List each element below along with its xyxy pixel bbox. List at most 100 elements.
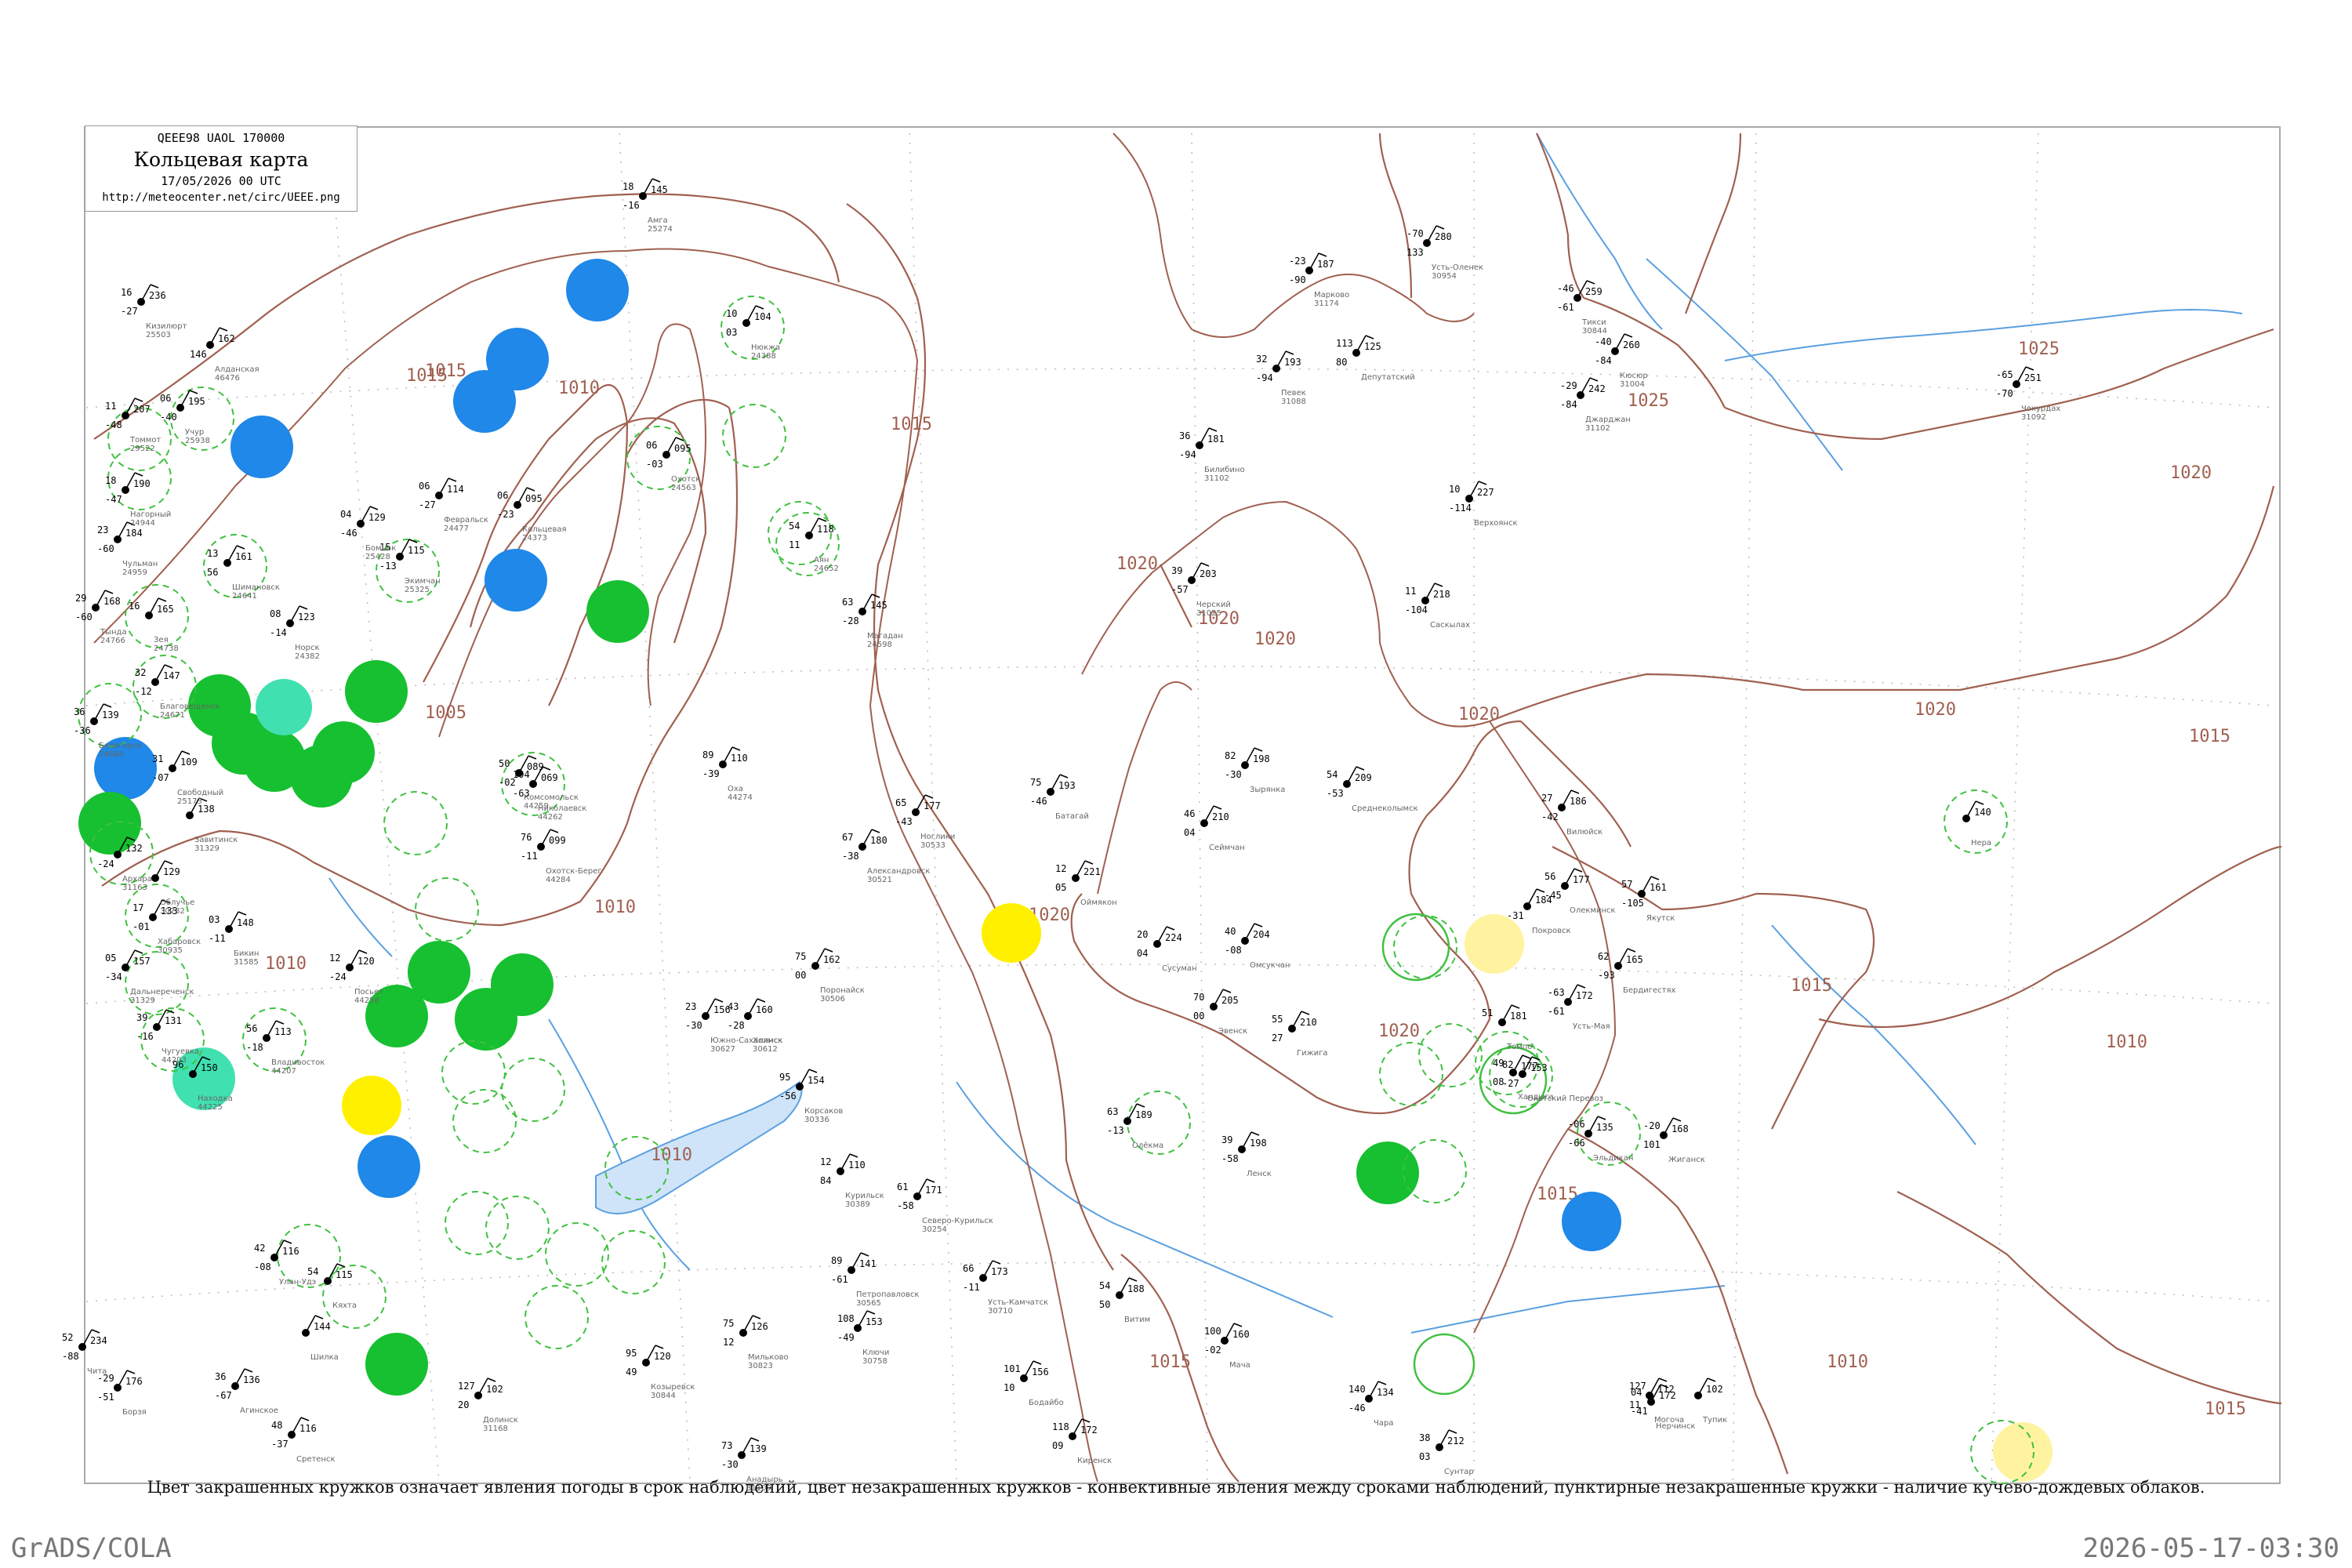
- station-pressure: 156: [1032, 1367, 1049, 1377]
- station-55: 280 -70 133: [1406, 225, 1452, 258]
- station-id: 30935: [158, 946, 183, 955]
- isobar-label: 1020: [1378, 1022, 1420, 1041]
- station-54: 203 39 -57: [1171, 562, 1217, 595]
- station-name: Певек: [1281, 389, 1306, 397]
- wind-barb-flag: [926, 1178, 935, 1183]
- station-pressure: 154: [808, 1075, 825, 1086]
- station-temperature: 67: [842, 832, 853, 843]
- wind-barb-flag: [1250, 1131, 1260, 1136]
- station-pressure: 069: [541, 772, 558, 783]
- wind-barb-flag: [652, 178, 661, 183]
- wind-barb-flag: [755, 305, 764, 310]
- station-temperature: -06: [1568, 1119, 1585, 1130]
- isobar-label: 1015: [891, 415, 932, 434]
- station-id: 31163: [122, 884, 147, 892]
- station-temperature: 55: [1272, 1014, 1283, 1025]
- station-57: 260 -40 -84: [1595, 333, 1640, 366]
- station-dewpoint: -08: [254, 1261, 271, 1272]
- station-pressure: 210: [1212, 811, 1229, 822]
- station-name: Свободный: [177, 789, 223, 797]
- station-dewpoint: -39: [702, 768, 720, 779]
- station-pressure: 165: [157, 604, 174, 615]
- station-pressure: 153: [866, 1316, 883, 1327]
- station-id: 24598: [867, 641, 892, 649]
- station-id: 25274: [648, 225, 673, 234]
- station-61: 227 10 -114: [1449, 481, 1494, 514]
- station-66: 210 46 04: [1184, 805, 1229, 838]
- station-45: 173 66 -11: [963, 1260, 1008, 1293]
- wind-barb-flag: [1084, 860, 1094, 865]
- fog-circle: [982, 903, 1041, 963]
- station-temperature: 100: [1204, 1326, 1221, 1337]
- station-dewpoint: -18: [246, 1042, 263, 1053]
- station-id: 30710: [988, 1307, 1013, 1316]
- station-id: 44259: [524, 802, 549, 811]
- map-title: Кольцевая карта: [133, 148, 309, 171]
- station-name: Южно-Сахалинск: [710, 1036, 782, 1045]
- source-url[interactable]: http://meteocenter.net/circ/UEEE.png: [85, 191, 357, 204]
- wind-barb-flag: [1377, 1381, 1387, 1385]
- station-49: 102 127 20: [458, 1377, 503, 1410]
- station-dewpoint: -27: [1502, 1078, 1519, 1089]
- station-pressure: 188: [1127, 1283, 1145, 1294]
- station-temperature: 27: [1541, 793, 1552, 804]
- station-dewpoint: -84: [1595, 355, 1612, 366]
- station-id: 24959: [122, 568, 147, 577]
- wind-barb-flag: [314, 1315, 324, 1319]
- wind-barb-flag: [1589, 377, 1599, 382]
- station-dewpoint: 133: [1406, 247, 1424, 258]
- wind-barb-flag: [126, 1370, 136, 1374]
- wind-barb-flag: [528, 755, 537, 760]
- station-pressure: 114: [447, 484, 464, 495]
- station-id: 31102: [1204, 474, 1229, 483]
- station-name: Бодайбо: [1029, 1399, 1064, 1407]
- station-dewpoint: -53: [1327, 788, 1344, 799]
- station-temperature: 113: [1336, 338, 1353, 349]
- station-pressure: 177: [1573, 874, 1590, 885]
- station-dewpoint: -07: [152, 772, 169, 783]
- station-name: Кольцевая: [522, 525, 567, 534]
- station-name: Корсаков: [804, 1107, 843, 1116]
- wind-barb-flag: [91, 1329, 100, 1334]
- station-temperature: 46: [1184, 808, 1195, 819]
- station-id: 30758: [862, 1357, 887, 1366]
- station-3: 207 11 -48: [105, 397, 151, 430]
- station-name: Ленск: [1247, 1170, 1272, 1178]
- station-dewpoint: -67: [215, 1390, 232, 1401]
- station-pressure: 140: [1974, 807, 1991, 818]
- station-name: Оха: [728, 785, 743, 793]
- station-39: 16043-28: [728, 998, 773, 1031]
- station-temperature: 12: [820, 1156, 831, 1167]
- station-dewpoint: -30: [685, 1020, 702, 1031]
- station-dewpoint: -30: [721, 1459, 739, 1470]
- wind-barb-flag: [1233, 1323, 1243, 1327]
- station-dewpoint: -61: [1548, 1006, 1565, 1017]
- wind-barb-flag: [860, 1252, 869, 1257]
- station-id: 24388: [751, 352, 776, 361]
- station-name: Охотск-Берег: [546, 867, 602, 876]
- station-pressure: 095: [674, 443, 691, 454]
- station-name: Витим: [1124, 1316, 1150, 1324]
- station-90: 172 118 09: [1052, 1418, 1098, 1451]
- station-pressure: 116: [299, 1423, 317, 1434]
- station-86: 189 63 -13: [1107, 1103, 1152, 1136]
- station-name: Шимановск: [232, 583, 280, 592]
- wind-barb-flag: [1166, 926, 1175, 931]
- bulletin-code: QEEE98 UAOL 170000: [157, 131, 285, 145]
- station-name: Депутатский: [1361, 373, 1415, 382]
- station-26: 148 03 -11: [209, 911, 254, 944]
- station-63: 193 75 -46: [1030, 774, 1076, 807]
- rain-circle: [586, 580, 649, 643]
- station-pressure: 148: [237, 917, 254, 928]
- station-31: 120 12 -24: [329, 949, 375, 982]
- station-dewpoint: -28: [728, 1020, 745, 1031]
- station-dewpoint: -11: [963, 1282, 980, 1293]
- station-temperature: 70: [1193, 992, 1204, 1003]
- station-temperature: 104: [513, 769, 530, 780]
- station-pressure: 193: [1058, 780, 1076, 791]
- station-pressure: 156: [713, 1004, 731, 1015]
- station-pressure: 102: [1706, 1384, 1723, 1395]
- station-pressure: 180: [870, 835, 887, 846]
- station-temperature: 12: [1055, 863, 1066, 874]
- station-id: 30627: [710, 1045, 735, 1054]
